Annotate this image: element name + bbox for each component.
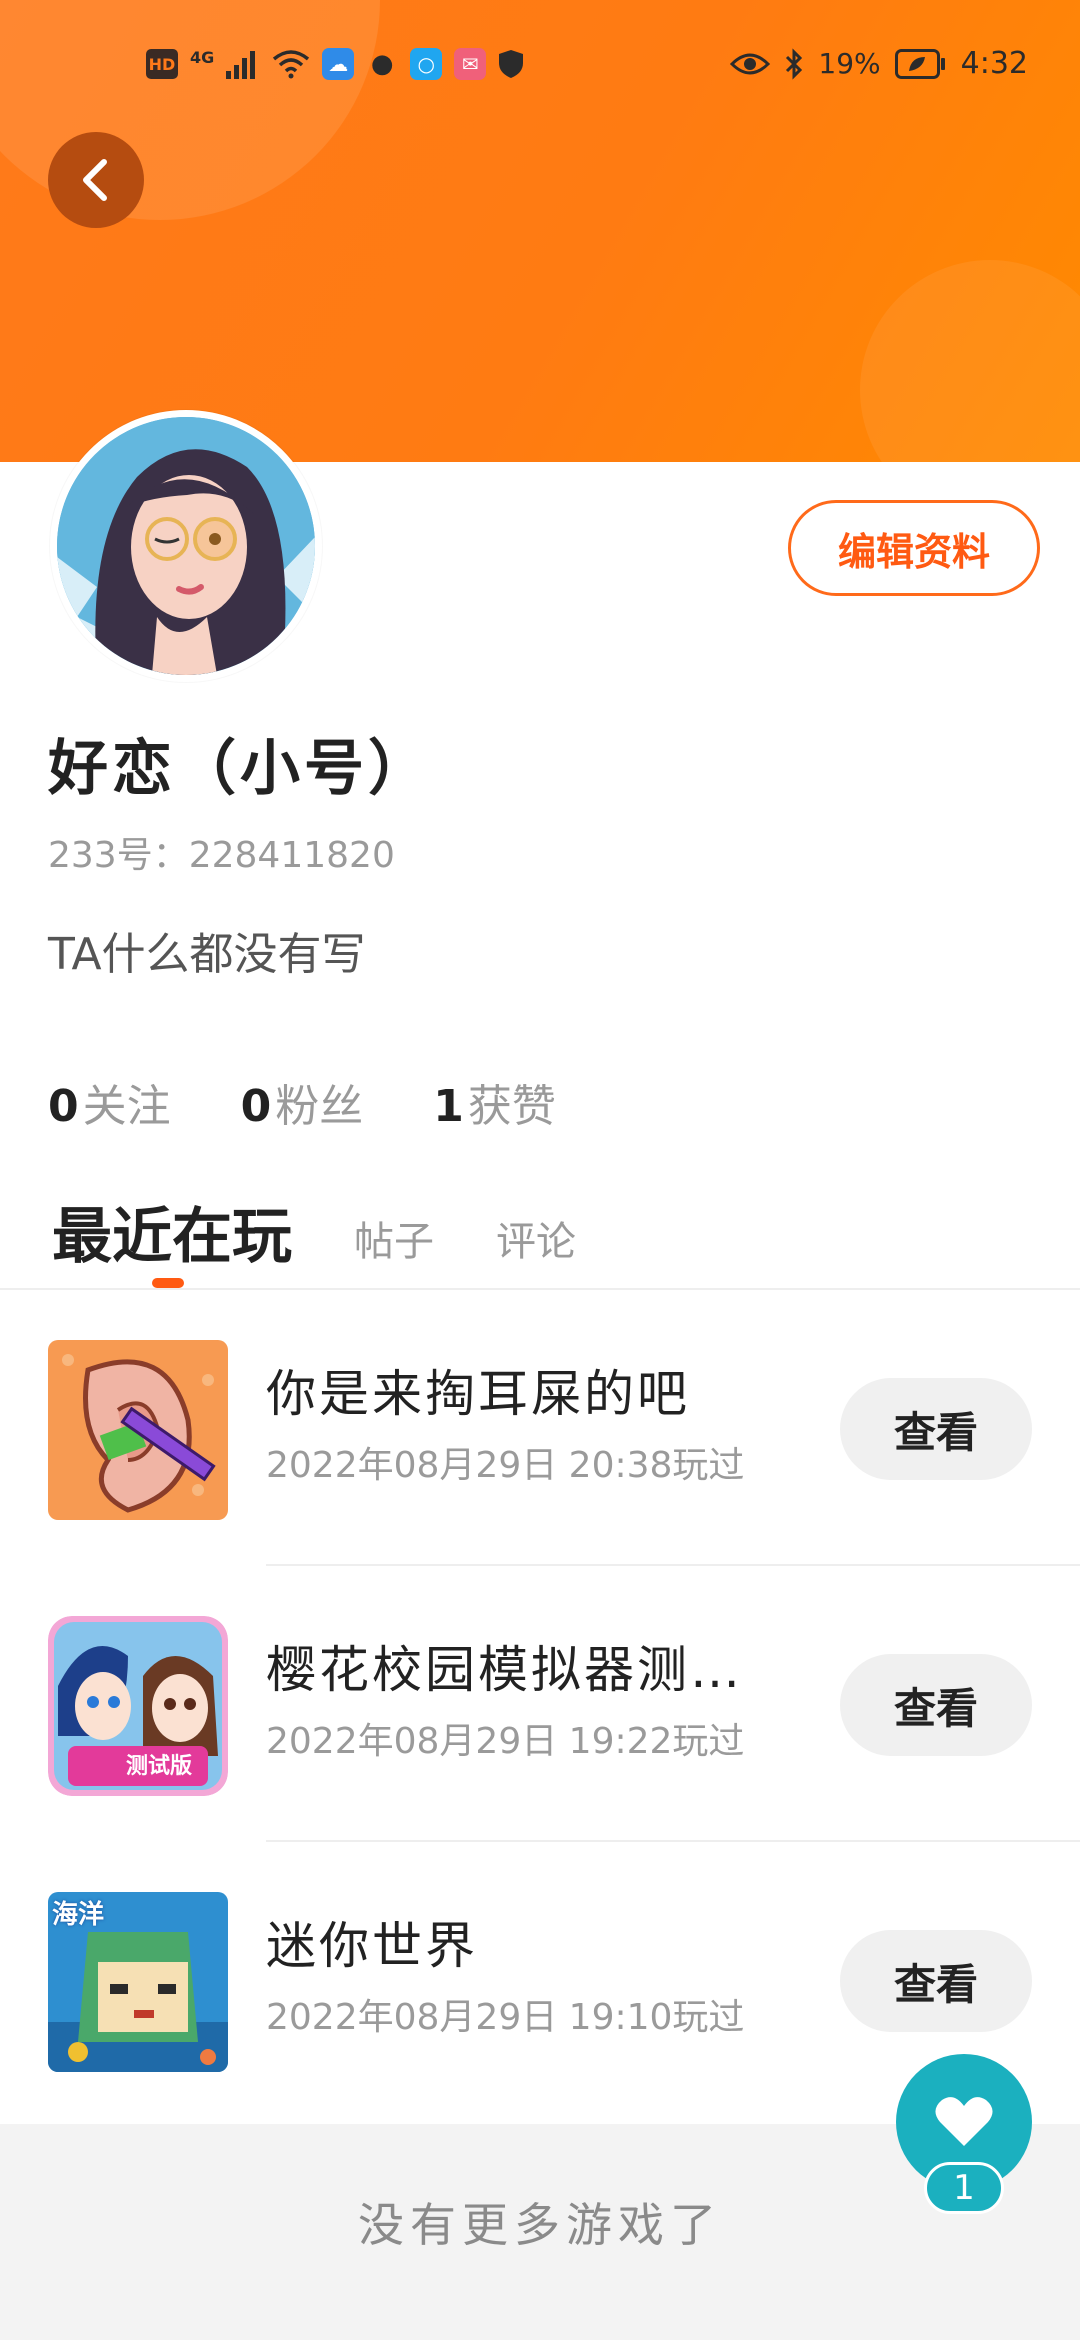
wifi-icon	[273, 50, 310, 79]
avatar[interactable]	[50, 410, 322, 682]
view-game-button[interactable]: 查看	[840, 1378, 1032, 1480]
tab-posts[interactable]: 帖子	[354, 1209, 434, 1267]
shield-icon	[499, 50, 524, 78]
game-played-time: 2022年08月29日 19:22玩过	[266, 1721, 745, 1762]
like-count-badge: 1	[924, 2162, 1004, 2214]
active-tab-indicator	[152, 1278, 184, 1288]
game-title: 迷你世界	[266, 1917, 478, 1975]
eye-icon	[730, 53, 771, 74]
back-button[interactable]	[48, 132, 144, 228]
view-game-button[interactable]: 查看	[840, 1654, 1032, 1756]
signal-icon	[226, 51, 256, 79]
no-more-games-text: 没有更多游戏了	[358, 2198, 722, 2252]
view-game-button[interactable]: 查看	[840, 1930, 1032, 2032]
profile-name: 好恋（小号）	[48, 734, 432, 804]
wechat-icon: ●	[370, 49, 394, 79]
banner-decoration	[860, 260, 1080, 462]
ear-cleaning-game-icon	[48, 1340, 228, 1520]
chevron-left-icon	[83, 159, 107, 201]
stat-following[interactable]: 0关注	[48, 1070, 171, 1134]
heart-icon	[935, 2097, 993, 2146]
profile-uid: 233号：228411820	[48, 835, 395, 876]
avatar-illustration	[57, 417, 315, 675]
profile-bio: TA什么都没有写	[48, 929, 366, 980]
status-bar: HD 4G ☁ ● ○ ✉ 19% 4:32	[0, 40, 1080, 94]
game-icon: 测试版	[48, 1616, 228, 1796]
stat-likes[interactable]: 1获赞	[433, 1070, 556, 1134]
stat-count: 1	[433, 1081, 464, 1132]
stat-count: 0	[240, 1081, 272, 1132]
stat-label: 粉丝	[275, 1081, 364, 1132]
tab-recently-played[interactable]: 最近在玩	[52, 1188, 292, 1275]
hd-badge: HD	[146, 49, 178, 79]
network-type: 4G	[190, 47, 215, 67]
profile-stats: 0关注 0粉丝 1获赞	[48, 1070, 556, 1134]
clock: 4:32	[960, 46, 1028, 81]
stat-count: 0	[48, 1081, 79, 1132]
game-played-time: 2022年08月29日 19:10玩过	[266, 1997, 745, 2038]
game-icon: 海洋	[48, 1892, 228, 2072]
battery-icon	[894, 48, 945, 79]
test-version-badge: 测试版	[126, 1754, 193, 1779]
tab-comments[interactable]: 评论	[496, 1209, 576, 1267]
search-app-icon: ○	[410, 48, 443, 80]
status-right-icons: 19% 4:32	[730, 46, 1028, 81]
ocean-badge: 海洋	[52, 1900, 105, 1930]
game-list-item[interactable]: 测试版 樱花校园模拟器测… 2022年08月29日 19:22玩过 查看	[0, 1566, 1080, 1842]
game-title: 樱花校园模拟器测…	[266, 1641, 743, 1699]
edit-profile-button[interactable]: 编辑资料	[788, 500, 1040, 596]
profile-tabs: 最近在玩 帖子 评论	[52, 1188, 576, 1275]
status-left-icons: HD 4G ☁ ● ○ ✉	[146, 48, 524, 80]
stat-label: 关注	[82, 1081, 171, 1132]
bluetooth-icon	[786, 47, 803, 80]
huawei-mail-icon: ✉	[454, 48, 487, 80]
game-list-item[interactable]: 你是来掏耳屎的吧 2022年08月29日 20:38玩过 查看	[0, 1290, 1080, 1566]
game-icon	[48, 1340, 228, 1520]
battery-percent: 19%	[818, 47, 881, 80]
weather-app-icon: ☁	[322, 48, 355, 80]
profile-header-banner: HD 4G ☁ ● ○ ✉ 19% 4:32	[0, 0, 1080, 462]
stat-label: 获赞	[467, 1081, 556, 1132]
game-title: 你是来掏耳屎的吧	[266, 1365, 690, 1423]
game-played-time: 2022年08月29日 20:38玩过	[266, 1445, 745, 1486]
stat-followers[interactable]: 0粉丝	[241, 1070, 364, 1134]
